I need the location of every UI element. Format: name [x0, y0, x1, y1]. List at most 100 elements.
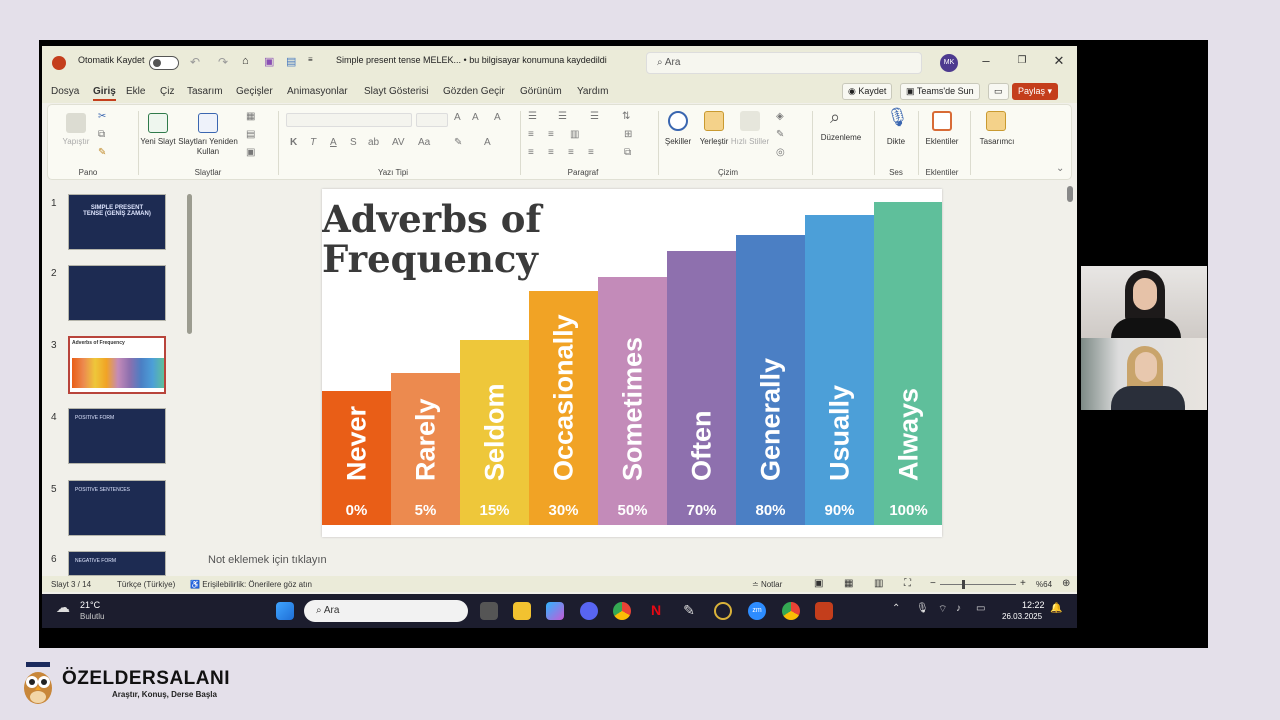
slide-title[interactable]: Adverbs of Frequency [322, 199, 541, 279]
section-icon[interactable]: ▣ [246, 147, 255, 158]
collapse-ribbon-icon[interactable]: ⌄ [1056, 163, 1064, 174]
reuse-slides-label[interactable]: Slaytları Yeniden Kullan [176, 137, 240, 157]
designer-icon[interactable] [986, 111, 1006, 131]
tab-tasarim[interactable]: Tasarım [187, 86, 223, 97]
customize-icon[interactable]: ≡ [308, 55, 313, 64]
notes-placeholder[interactable]: Not eklemek için tıklayın [208, 554, 327, 566]
designer-label[interactable]: Tasarımcı [972, 137, 1022, 147]
maximize-icon[interactable]: ❐ [1012, 55, 1032, 66]
editing-label[interactable]: Düzenleme [814, 133, 868, 143]
redo-icon[interactable]: ↷ [218, 55, 228, 69]
shape-outline-icon[interactable]: ✎ [776, 129, 784, 140]
shape-effects-icon[interactable]: ◎ [776, 147, 785, 158]
microphone-icon[interactable]: 🎙 [916, 603, 929, 614]
align-left-icon[interactable]: ≡ [528, 147, 534, 158]
avatar[interactable]: MK [940, 54, 958, 72]
clock-time[interactable]: 12:22 [1022, 600, 1045, 610]
thumbnail-slide-4[interactable]: POSITIVE FORM [68, 408, 166, 464]
cut-icon[interactable]: ✂ [98, 111, 106, 122]
minimize-icon[interactable]: – [976, 53, 996, 68]
bar-never[interactable]: Never 0% [322, 391, 391, 525]
addins-label[interactable]: Eklentiler [918, 137, 966, 147]
font-size-field[interactable] [416, 113, 448, 127]
tab-yardim[interactable]: Yardım [577, 86, 609, 97]
paste-icon[interactable] [66, 113, 86, 133]
spacing-icon[interactable]: AV [392, 137, 405, 148]
notification-icon[interactable]: 🔔 [1050, 603, 1062, 614]
bar-often[interactable]: Often 70% [667, 251, 736, 525]
grow-font-icon[interactable]: A [454, 112, 461, 123]
dictate-label[interactable]: Dikte [876, 137, 916, 147]
copilot-icon[interactable] [546, 602, 564, 620]
slide-canvas[interactable]: Adverbs of Frequency Never 0% Rarely 5% Seld… [322, 189, 942, 537]
tab-animasyonlar[interactable]: Animasyonlar [287, 86, 348, 97]
bar-sometimes[interactable]: Sometimes 50% [598, 277, 667, 525]
weather-temp[interactable]: 21°C [80, 600, 100, 610]
search-input[interactable]: ⌕ Ara [646, 52, 922, 74]
quick-styles-label[interactable]: Hızlı Stiller [728, 137, 772, 147]
bar-generally[interactable]: Generally 80% [736, 235, 805, 525]
pen-icon[interactable]: ✎ [680, 602, 698, 620]
align-right-icon[interactable]: ≡ [568, 147, 574, 158]
smartart-icon[interactable]: ⧉ [624, 147, 631, 158]
bar-always[interactable]: Always 100% [874, 202, 942, 525]
zoom-slider-thumb[interactable] [962, 580, 965, 589]
bullets-icon[interactable]: ☰ [528, 111, 537, 122]
thumbnail-slide-5[interactable]: POSITIVE SENTENCES [68, 480, 166, 536]
bar-usually[interactable]: Usually 90% [805, 215, 874, 525]
undo-icon[interactable]: ↶ [190, 55, 200, 69]
thumbnail-slide-1[interactable]: SIMPLE PRESENT TENSE (GENİŞ ZAMAN) [68, 194, 166, 250]
tab-dosya[interactable]: Dosya [51, 86, 79, 97]
align-center-icon[interactable]: ≡ [548, 147, 554, 158]
zoom-slider[interactable] [940, 584, 1016, 585]
slide-scrollbar[interactable] [1067, 186, 1073, 202]
zoom-out-icon[interactable]: − [930, 578, 936, 589]
addins-icon[interactable] [932, 111, 952, 131]
tab-slayt-gosterisi[interactable]: Slayt Gösterisi [364, 86, 428, 97]
underline-icon[interactable]: A [330, 137, 337, 148]
windows-start-icon[interactable] [276, 602, 294, 620]
tab-giris[interactable]: Giriş [93, 86, 116, 101]
zoom-in-icon[interactable]: + [1020, 578, 1026, 589]
chevron-up-icon[interactable]: ⌃ [892, 603, 900, 614]
normal-view-icon[interactable]: ▣ [814, 578, 823, 589]
volume-icon[interactable]: ♪ [956, 603, 961, 614]
taskbar-search[interactable]: ⌕ Ara [304, 600, 468, 622]
close-icon[interactable]: ✕ [1049, 53, 1069, 69]
share-button[interactable]: Paylaş ▾ [1012, 83, 1059, 100]
change-case-icon[interactable]: Aa [418, 137, 430, 148]
chrome-icon[interactable] [782, 602, 800, 620]
thumbnail-slide-3[interactable]: Adverbs of Frequency [68, 336, 166, 394]
arrange-icon[interactable] [704, 111, 724, 131]
line-spacing-icon[interactable]: ☰ [590, 111, 599, 122]
weather-icon[interactable]: ☁ [56, 599, 70, 616]
zoom-level[interactable]: %64 [1036, 580, 1052, 589]
chrome-icon[interactable] [613, 602, 631, 620]
shape-fill-icon[interactable]: ◈ [776, 111, 784, 122]
format-painter-icon[interactable]: ✎ [98, 147, 106, 158]
accessibility-status[interactable]: ♿ Erişilebilirlik: Önerilere göz atın [190, 580, 312, 589]
zoom-app-icon[interactable]: zm [748, 602, 766, 620]
teams-present-button[interactable]: ▣ Teams'de Sun [900, 83, 980, 100]
copy-icon[interactable]: ⧉ [98, 129, 105, 140]
align-text-icon[interactable]: ⊞ [624, 129, 632, 140]
bar-seldom[interactable]: Seldom 15% [460, 340, 529, 525]
comments-icon[interactable]: ▭ [988, 83, 1009, 100]
layout-icon[interactable]: ▦ [246, 111, 255, 122]
tab-gecisler[interactable]: Geçişler [236, 86, 273, 97]
tab-gozden-gecir[interactable]: Gözden Geçir [443, 86, 505, 97]
notes-button[interactable]: ≐ Notlar [752, 580, 782, 589]
thumbnail-slide-6[interactable]: NEGATIVE FORM [68, 551, 166, 576]
new-slide-icon[interactable] [148, 113, 168, 133]
shrink-font-icon[interactable]: A [472, 112, 479, 123]
shadow-icon[interactable]: S [350, 137, 357, 148]
numbering-icon[interactable]: ☰ [558, 111, 567, 122]
clear-format-icon[interactable]: A [494, 112, 501, 123]
find-icon[interactable]: ⌕ [830, 107, 840, 128]
file-explorer-icon[interactable] [513, 602, 531, 620]
increase-indent-icon[interactable]: ≡ [548, 129, 554, 140]
tab-gorunum[interactable]: Görünüm [520, 86, 562, 97]
reuse-slides-icon[interactable] [198, 113, 218, 133]
battery-icon[interactable]: ▭ [976, 603, 985, 614]
bar-occasionally[interactable]: Occasionally 30% [529, 291, 598, 525]
